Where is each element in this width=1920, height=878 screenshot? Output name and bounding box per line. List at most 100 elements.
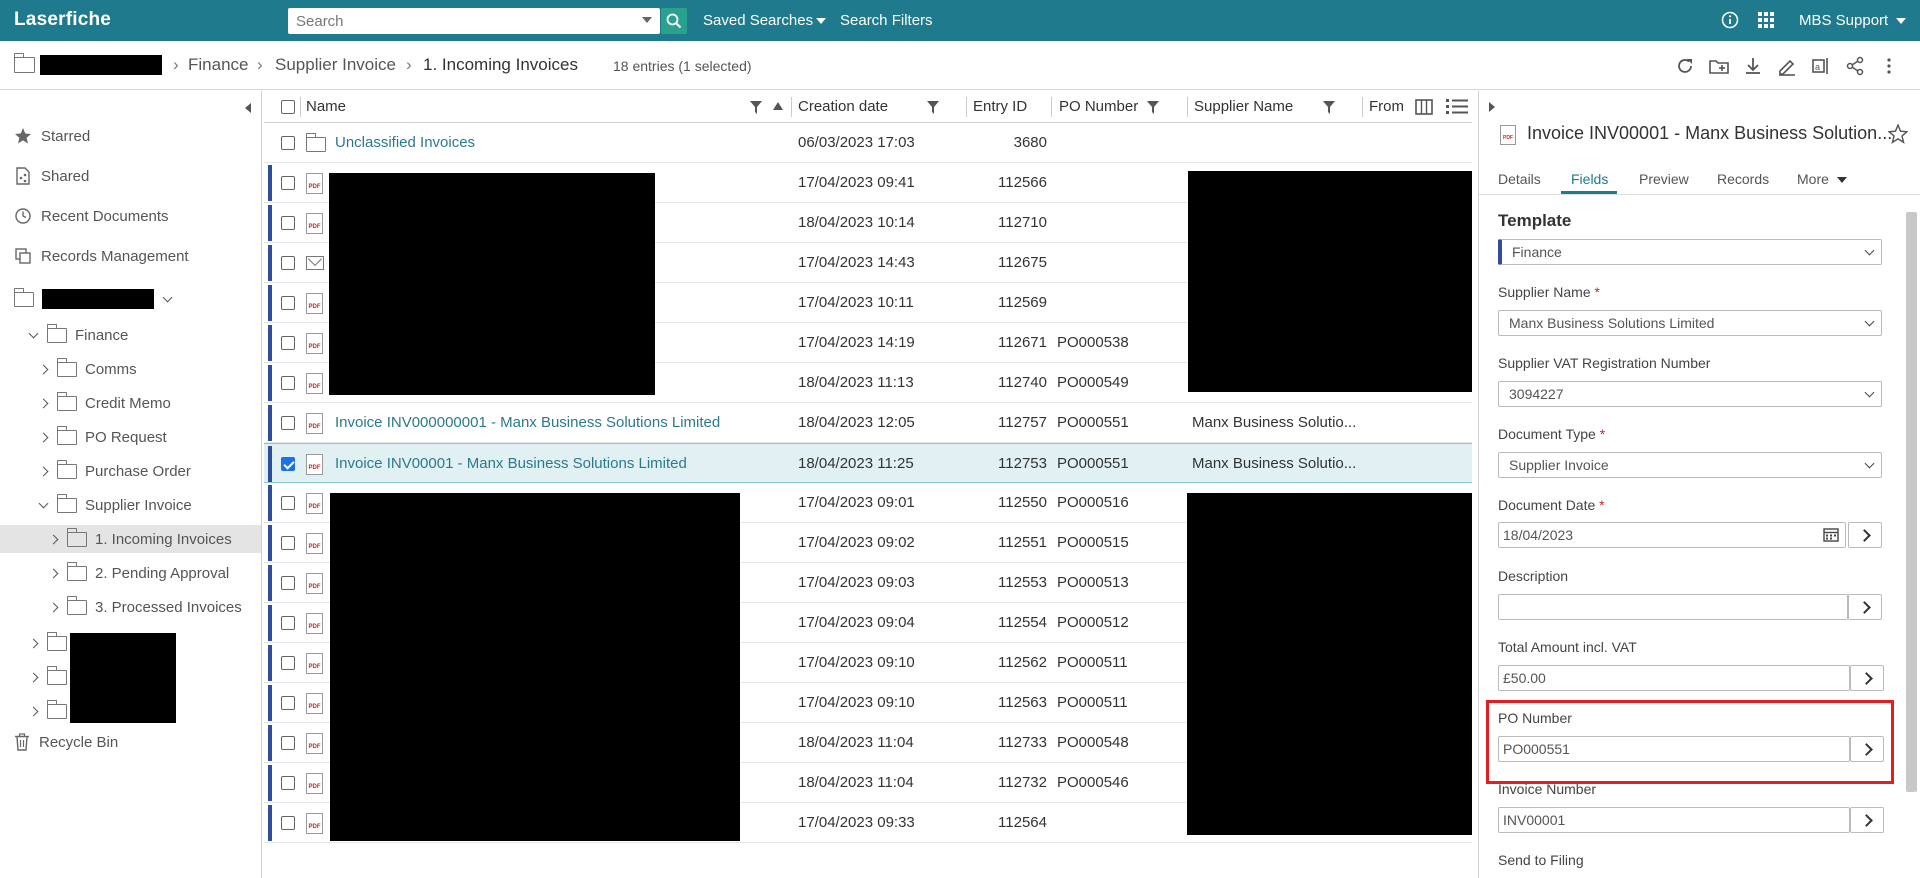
row-checkbox[interactable]: [281, 736, 295, 750]
more-options-icon[interactable]: [1878, 55, 1900, 77]
column-header-entry-id[interactable]: Entry ID: [973, 98, 1027, 115]
row-checkbox[interactable]: [281, 536, 295, 550]
filter-icon[interactable]: [750, 101, 762, 114]
chevron-right-icon[interactable]: [48, 568, 59, 578]
search-button[interactable]: [661, 8, 687, 34]
chevron-right-icon[interactable]: [38, 364, 49, 374]
share-icon[interactable]: [1844, 55, 1866, 77]
description-input[interactable]: [1498, 594, 1848, 620]
row-checkbox[interactable]: [281, 256, 295, 270]
column-header-creation-date[interactable]: Creation date: [798, 98, 888, 115]
chevron-right-icon[interactable]: [38, 432, 49, 442]
entry-name[interactable]: Invoice INV00001 - Manx Business Solutio…: [335, 455, 687, 472]
download-icon[interactable]: [1742, 55, 1764, 77]
column-header-from[interactable]: From: [1369, 98, 1404, 115]
nav-records-management[interactable]: Records Management: [14, 247, 189, 265]
tree-item-processed-invoices[interactable]: 3. Processed Invoices: [48, 593, 242, 621]
chevron-down-icon[interactable]: [162, 292, 173, 302]
new-folder-icon[interactable]: [1708, 55, 1730, 77]
tree-repository-root[interactable]: [14, 285, 181, 313]
sign-icon[interactable]: [1776, 55, 1798, 77]
row-checkbox[interactable]: [281, 176, 295, 190]
chevron-right-icon[interactable]: [48, 534, 59, 544]
table-row[interactable]: PDF Invoice INV00001 - Manx Business Solu…: [264, 443, 1472, 483]
document-type-select[interactable]: Supplier Invoice: [1498, 452, 1882, 478]
filter-icon[interactable]: [1147, 101, 1159, 114]
row-checkbox[interactable]: [281, 296, 295, 310]
saved-searches-menu[interactable]: Saved Searches: [703, 12, 827, 29]
tree-item-supplier-invoice[interactable]: Supplier Invoice: [38, 491, 192, 519]
nav-recent-documents[interactable]: Recent Documents: [14, 207, 169, 225]
column-chooser-icon[interactable]: [1414, 97, 1434, 117]
tree-item-finance[interactable]: Finance: [28, 321, 128, 349]
refresh-icon[interactable]: [1674, 55, 1696, 77]
breadcrumb-finance[interactable]: Finance: [188, 55, 248, 75]
row-checkbox[interactable]: [281, 457, 295, 471]
row-checkbox[interactable]: [281, 616, 295, 630]
tree-item-redacted[interactable]: [28, 629, 75, 657]
folder-row[interactable]: Unclassified Invoices 06/03/2023 17:03 368…: [264, 123, 1472, 163]
chevron-right-icon[interactable]: [48, 602, 59, 612]
document-date-go-button[interactable]: [1848, 522, 1882, 548]
row-checkbox[interactable]: [281, 776, 295, 790]
tree-item-po-request[interactable]: PO Request: [38, 423, 167, 451]
row-checkbox[interactable]: [281, 816, 295, 830]
total-amount-go-button[interactable]: [1850, 665, 1884, 691]
star-outline-icon[interactable]: [1888, 124, 1908, 144]
sort-ascending-icon[interactable]: [773, 102, 783, 110]
table-row[interactable]: PDF Invoice INV000000001 - Manx Business …: [264, 403, 1472, 443]
tab-more[interactable]: More: [1797, 171, 1847, 187]
tree-item-incoming-invoices[interactable]: 1. Incoming Invoices: [48, 525, 232, 553]
column-header-supplier-name[interactable]: Supplier Name: [1194, 98, 1293, 115]
column-header-name[interactable]: Name: [306, 98, 346, 115]
nav-starred[interactable]: Starred: [14, 127, 90, 145]
select-all-checkbox[interactable]: [281, 100, 295, 114]
expand-panel-icon[interactable]: [1489, 102, 1495, 112]
entry-name[interactable]: Unclassified Invoices: [335, 134, 475, 151]
list-view-icon[interactable]: [1445, 97, 1469, 117]
description-go-button[interactable]: [1848, 594, 1882, 620]
info-icon[interactable]: [1721, 11, 1739, 29]
row-checkbox[interactable]: [281, 216, 295, 230]
chevron-right-icon[interactable]: [28, 638, 39, 648]
apps-grid-icon[interactable]: [1757, 11, 1775, 29]
invoice-number-input[interactable]: INV00001: [1498, 807, 1850, 833]
tree-item-purchase-order[interactable]: Purchase Order: [38, 457, 191, 485]
tab-preview[interactable]: Preview: [1639, 171, 1689, 187]
filter-icon[interactable]: [927, 101, 939, 114]
invoice-number-go-button[interactable]: [1850, 807, 1884, 833]
calendar-icon[interactable]: [1823, 528, 1839, 542]
app-logo[interactable]: Laserfiche: [14, 9, 111, 31]
chevron-down-icon[interactable]: [28, 328, 39, 338]
collapse-nav-icon[interactable]: [245, 103, 251, 113]
template-select[interactable]: Finance: [1498, 239, 1882, 265]
row-checkbox[interactable]: [281, 496, 295, 510]
chevron-right-icon[interactable]: [28, 672, 39, 682]
chevron-right-icon[interactable]: [38, 466, 49, 476]
document-date-input[interactable]: 18/04/2023: [1498, 522, 1846, 548]
breadcrumb-supplier-invoice[interactable]: Supplier Invoice: [275, 55, 396, 75]
row-checkbox[interactable]: [281, 656, 295, 670]
filter-icon[interactable]: [1323, 101, 1335, 114]
chevron-right-icon[interactable]: [28, 706, 39, 716]
user-menu[interactable]: MBS Support: [1799, 12, 1907, 29]
nav-recycle-bin[interactable]: Recycle Bin: [14, 733, 118, 751]
row-checkbox[interactable]: [281, 336, 295, 350]
row-checkbox[interactable]: [281, 376, 295, 390]
entry-name[interactable]: Invoice INV000000001 - Manx Business Sol…: [335, 414, 720, 431]
row-checkbox[interactable]: [281, 136, 295, 150]
chevron-right-icon[interactable]: [38, 398, 49, 408]
tab-details[interactable]: Details: [1498, 171, 1541, 187]
search-input[interactable]: [288, 9, 628, 33]
column-header-po-number[interactable]: PO Number: [1059, 98, 1138, 115]
tree-item-credit-memo[interactable]: Credit Memo: [38, 389, 171, 417]
tree-item-pending-approval[interactable]: 2. Pending Approval: [48, 559, 229, 587]
rename-icon[interactable]: a: [1810, 55, 1832, 77]
vat-select[interactable]: 3094227: [1498, 381, 1882, 407]
tree-item-redacted[interactable]: [28, 697, 75, 725]
tree-item-redacted[interactable]: [28, 663, 75, 691]
chevron-down-icon[interactable]: [38, 498, 49, 508]
row-checkbox[interactable]: [281, 576, 295, 590]
search-filters-link[interactable]: Search Filters: [840, 12, 933, 29]
total-amount-input[interactable]: £50.00: [1498, 665, 1850, 691]
